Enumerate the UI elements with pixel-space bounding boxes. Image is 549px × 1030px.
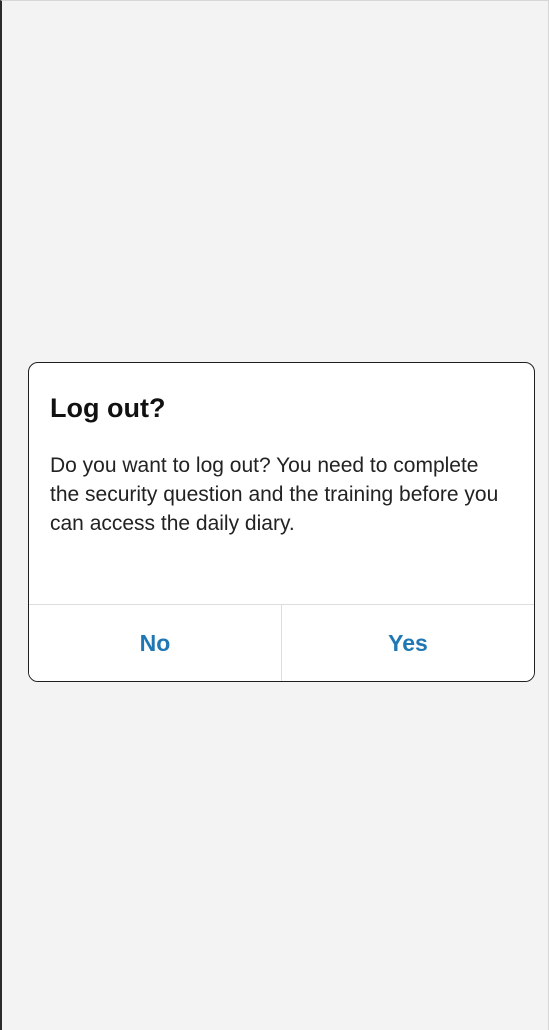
app-screen: Log out? Do you want to log out? You nee… [0,0,549,1030]
dialog-title: Log out? [50,393,166,423]
logout-dialog: Log out? Do you want to log out? You nee… [28,362,535,682]
no-button[interactable]: No [29,605,281,681]
dialog-actions: No Yes [29,604,534,681]
dialog-message: Do you want to log out? You need to comp… [50,454,499,535]
yes-button[interactable]: Yes [281,605,534,681]
